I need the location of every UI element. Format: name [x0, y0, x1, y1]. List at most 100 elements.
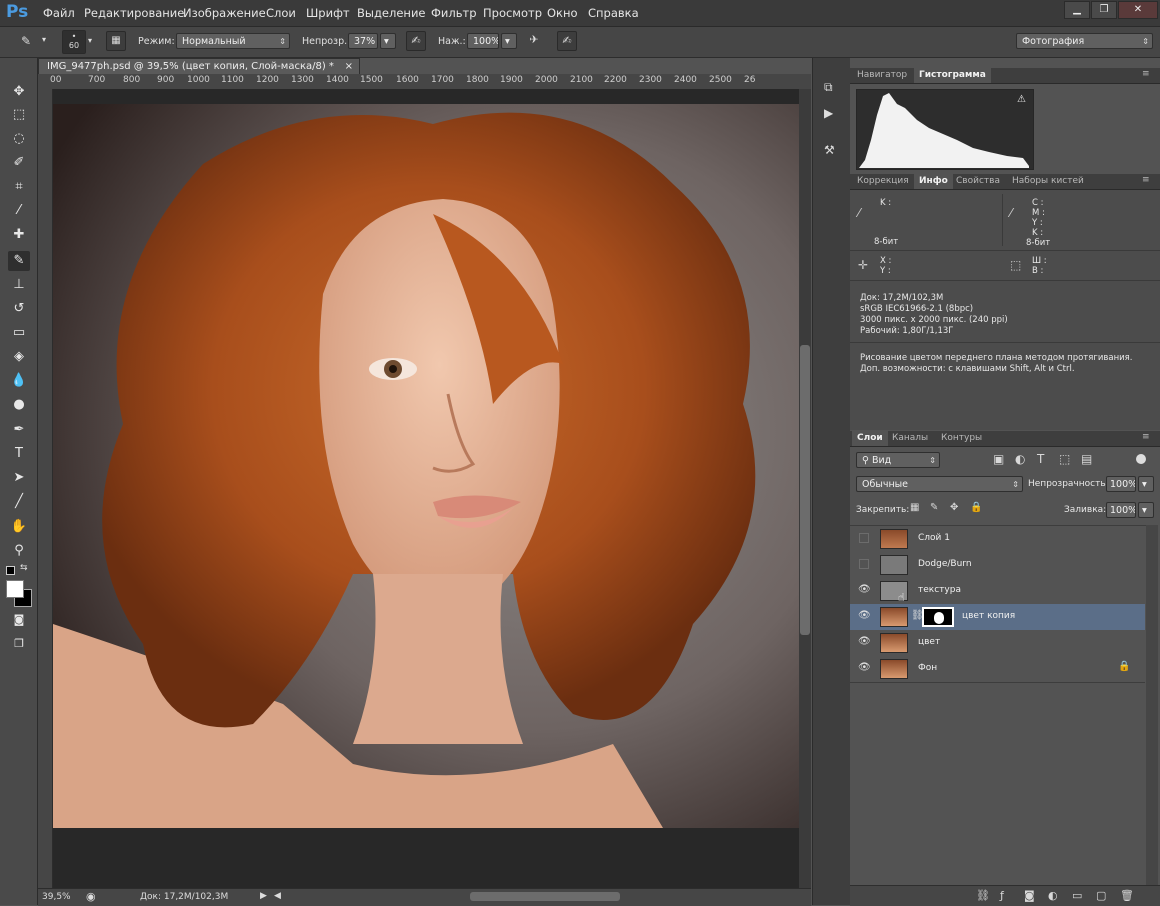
menu-image[interactable]: Изображение [183, 6, 266, 20]
layer-row[interactable]: Dodge/Burn [850, 552, 1145, 579]
healing-brush-tool-icon[interactable]: ✚ [8, 225, 30, 245]
brush-panel-toggle-icon[interactable]: ▦ [106, 31, 126, 51]
menu-type[interactable]: Шрифт [306, 6, 350, 20]
tab-channels[interactable]: Каналы [887, 431, 933, 446]
pressure-opacity-icon[interactable]: ✍ [406, 31, 426, 51]
filter-type-icon[interactable]: T [1037, 452, 1044, 466]
adjustment-layer-icon[interactable]: ◐ [1048, 889, 1058, 902]
filter-shape-icon[interactable]: ⬚ [1059, 452, 1070, 466]
new-layer-icon[interactable]: ▢ [1096, 889, 1106, 902]
zoom-tool-icon[interactable]: ⚲ [8, 541, 30, 561]
tab-brush-presets[interactable]: Наборы кистей [1007, 174, 1089, 189]
history-panel-icon[interactable]: ⧉ [824, 80, 833, 95]
panel-menu-icon[interactable]: ≡ [1142, 432, 1150, 442]
tool-preset-arrow-icon[interactable]: ▾ [42, 35, 46, 44]
actions-panel-icon[interactable]: ▶ [824, 106, 833, 120]
trash-icon[interactable]: 🗑 [1120, 889, 1134, 902]
status-menu-arrow-icon[interactable]: ▶ [260, 891, 267, 901]
panel-menu-icon[interactable]: ≡ [1142, 175, 1150, 185]
close-tab-icon[interactable]: × [345, 59, 353, 75]
dodge-tool-icon[interactable]: ● [8, 395, 30, 415]
move-tool-icon[interactable]: ✥ [8, 82, 30, 102]
minimize-button[interactable]: ▁ [1064, 1, 1090, 19]
layers-scrollbar[interactable] [1146, 525, 1158, 885]
new-group-icon[interactable]: ▭ [1072, 889, 1082, 902]
eye-icon[interactable]: 👁 [858, 662, 871, 674]
fill-input[interactable]: 100% [1106, 502, 1136, 518]
eye-icon[interactable]: 👁 [858, 636, 871, 648]
brush-tool-icon[interactable]: ✎ [8, 251, 30, 271]
visibility-toggle-off[interactable] [859, 559, 869, 569]
menu-window[interactable]: Окно [547, 6, 578, 20]
scroll-left-arrow-icon[interactable]: ◀ [274, 891, 281, 901]
brush-preset-picker[interactable]: • 60 [62, 30, 86, 54]
menu-view[interactable]: Просмотр [483, 6, 542, 20]
panel-menu-icon[interactable]: ≡ [1142, 69, 1150, 79]
menu-select[interactable]: Выделение [357, 6, 426, 20]
eye-icon[interactable]: 👁 [858, 584, 871, 596]
restore-button[interactable]: ❐ [1091, 1, 1117, 19]
layer-style-icon[interactable]: ƒ [1000, 889, 1004, 902]
tab-adjustments[interactable]: Коррекция [852, 174, 914, 189]
eye-icon[interactable]: 👁 [858, 610, 871, 622]
layer-opacity-input[interactable]: 100% [1106, 476, 1136, 492]
opacity-slider-arrow-icon[interactable]: ▾ [380, 33, 396, 49]
type-tool-icon[interactable]: T [8, 444, 30, 464]
quick-select-tool-icon[interactable]: ✐ [8, 153, 30, 173]
tab-properties[interactable]: Свойства [951, 174, 1005, 189]
menu-file[interactable]: Файл [43, 6, 75, 20]
eraser-tool-icon[interactable]: ▭ [8, 323, 30, 343]
marquee-tool-icon[interactable]: ⬚ [8, 105, 30, 125]
airbrush-icon[interactable]: ✈ [525, 31, 543, 49]
lock-position-icon[interactable]: ✥ [950, 502, 958, 513]
close-button[interactable]: ✕ [1118, 1, 1158, 19]
layer-row[interactable]: 👁 Фон 🔒 [850, 656, 1145, 683]
menu-edit[interactable]: Редактирование [84, 6, 184, 20]
link-layers-icon[interactable]: ⛓ [976, 889, 990, 902]
pressure-size-icon[interactable]: ✍ [557, 31, 577, 51]
document-tab[interactable]: IMG_9477ph.psd @ 39,5% (цвет копия, Слой… [38, 58, 360, 74]
layer-opacity-arrow-icon[interactable]: ▾ [1138, 476, 1154, 492]
add-mask-icon[interactable]: ◙ [1024, 889, 1035, 902]
lock-transparency-icon[interactable]: ▦ [910, 502, 919, 513]
flow-input[interactable]: 100% [467, 33, 499, 49]
layer-mask-thumbnail[interactable] [922, 607, 954, 627]
line-tool-icon[interactable]: ╱ [8, 492, 30, 512]
layer-row-selected[interactable]: 👁 ⛓ цвет копия [850, 604, 1145, 631]
path-select-tool-icon[interactable]: ➤ [8, 468, 30, 488]
eyedropper-tool-icon[interactable]: ⁄ [8, 201, 30, 221]
paint-bucket-tool-icon[interactable]: ◈ [8, 347, 30, 367]
zoom-level[interactable]: 39,5% [42, 892, 71, 902]
brush-tool-icon[interactable]: ✎ [16, 31, 36, 51]
filter-adjustment-icon[interactable]: ◐ [1015, 452, 1025, 466]
quick-mask-icon[interactable]: ◙ [8, 610, 30, 630]
tab-paths[interactable]: Контуры [936, 431, 987, 446]
menu-help[interactable]: Справка [588, 6, 639, 20]
workspace-dropdown[interactable]: Фотография ⇕ [1016, 33, 1153, 49]
layer-row[interactable]: 👁 цвет [850, 630, 1145, 657]
screen-mode-icon[interactable]: ❐ [8, 634, 30, 654]
blur-tool-icon[interactable]: 💧 [8, 371, 30, 391]
pen-tool-icon[interactable]: ✒ [8, 420, 30, 440]
vertical-scroll-thumb[interactable] [800, 345, 810, 635]
layer-filter-dropdown[interactable]: ⚲ Вид ⇕ [856, 452, 940, 468]
default-colors-icon[interactable] [6, 566, 15, 575]
visibility-toggle-off[interactable] [859, 533, 869, 543]
history-brush-tool-icon[interactable]: ↺ [8, 299, 30, 319]
brush-preset-arrow-icon[interactable]: ▾ [88, 36, 92, 45]
tab-navigator[interactable]: Навигатор [852, 68, 912, 83]
blend-mode-dropdown[interactable]: Обычные ⇕ [856, 476, 1023, 492]
lasso-tool-icon[interactable]: ◌ [8, 129, 30, 149]
fill-arrow-icon[interactable]: ▾ [1138, 502, 1154, 518]
horizontal-scroll-thumb[interactable] [470, 892, 620, 901]
opacity-input[interactable]: 37% [348, 33, 378, 49]
hand-tool-icon[interactable]: ✋ [8, 517, 30, 537]
mode-dropdown[interactable]: Нормальный ⇕ [176, 33, 290, 49]
warning-icon[interactable]: ⚠ [1017, 94, 1026, 105]
swap-colors-icon[interactable]: ⇆ [20, 563, 28, 573]
status-info-icon[interactable]: ◉ [86, 890, 96, 903]
layer-row[interactable]: 👁 текстура ☝ [850, 578, 1145, 605]
menu-filter[interactable]: Фильтр [431, 6, 477, 20]
stamp-tool-icon[interactable]: ⊥ [8, 275, 30, 295]
filter-pixel-icon[interactable]: ▣ [993, 452, 1004, 466]
